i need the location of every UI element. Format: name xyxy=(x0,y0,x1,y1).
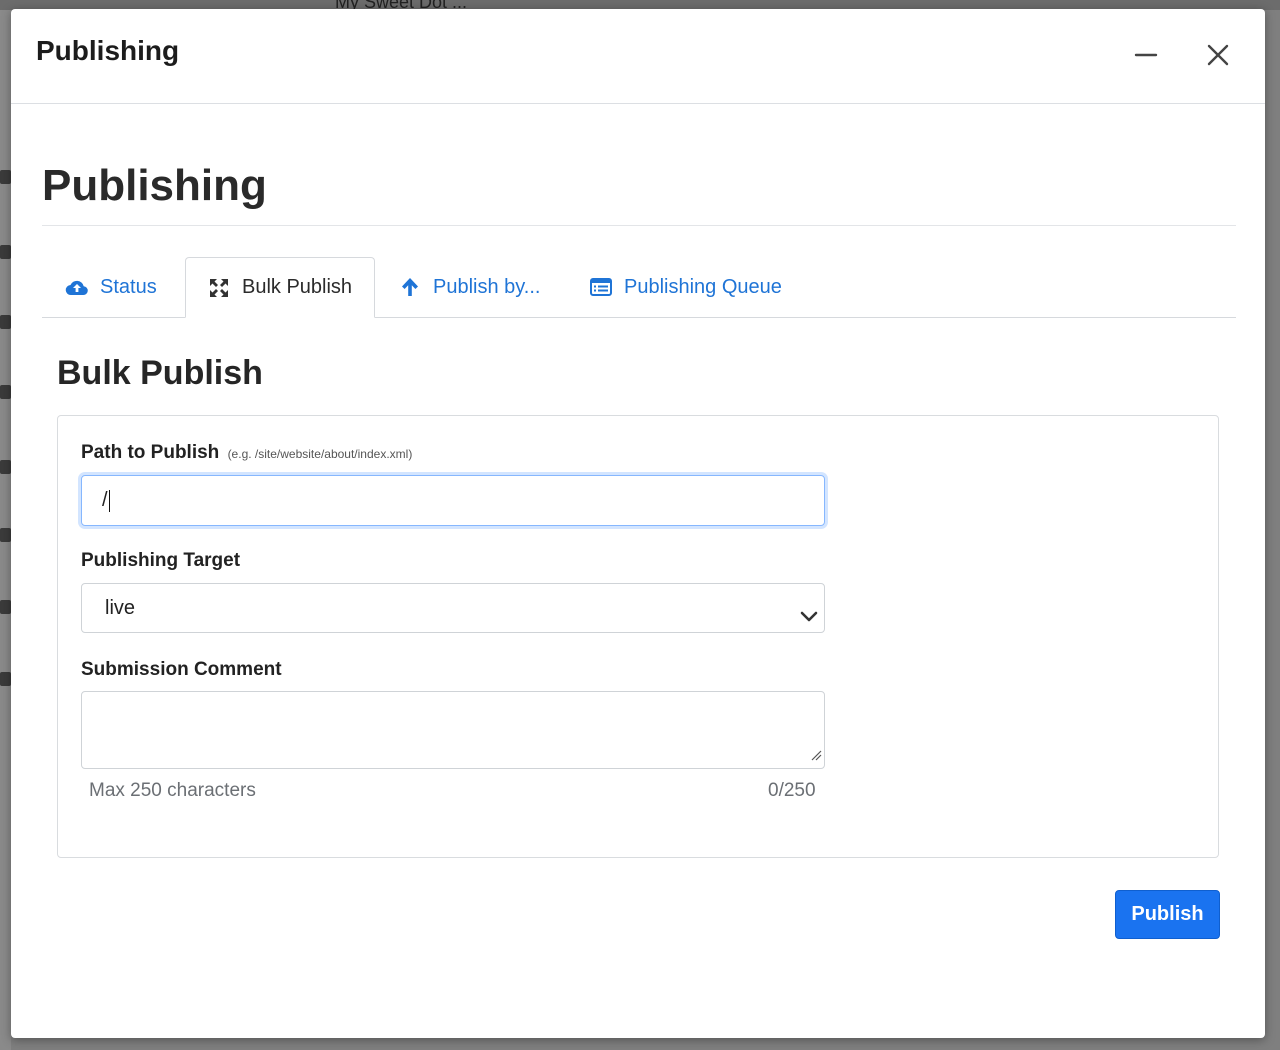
publishing-target-value: live xyxy=(105,597,136,619)
tab-status[interactable]: Status xyxy=(64,257,157,317)
background-sidebar-icon xyxy=(0,600,11,614)
bulk-publish-form: Path to Publish (e.g. /site/website/abou… xyxy=(57,415,1219,858)
tab-bulk-publish[interactable]: Bulk Publish xyxy=(185,257,375,318)
heading-divider xyxy=(42,225,1236,226)
text-caret xyxy=(108,489,110,512)
arrows-expand-icon xyxy=(206,275,232,301)
target-label: Publishing Target xyxy=(81,550,241,571)
tab-bulk-publish-label: Bulk Publish xyxy=(242,276,353,298)
arrow-up-icon xyxy=(397,274,423,300)
close-icon xyxy=(1207,44,1229,66)
tab-publish-by[interactable]: Publish by... xyxy=(397,257,540,317)
page-title: Publishing xyxy=(42,161,267,210)
tab-publishing-queue-label: Publishing Queue xyxy=(624,275,782,298)
list-window-icon xyxy=(588,274,614,300)
tab-publishing-queue[interactable]: Publishing Queue xyxy=(588,257,782,317)
background-sidebar-icon xyxy=(0,528,11,542)
comment-help-text: Max 250 characters xyxy=(89,780,256,801)
path-input-value: / xyxy=(102,489,108,511)
background-sidebar-icon xyxy=(0,672,11,686)
tab-status-label: Status xyxy=(100,275,157,298)
background-app-sidebar xyxy=(0,10,11,1050)
submission-comment-textarea[interactable] xyxy=(81,691,825,769)
comment-label: Submission Comment xyxy=(81,659,282,680)
background-sidebar-icon xyxy=(0,460,11,474)
publish-button[interactable]: Publish xyxy=(1115,890,1220,939)
path-hint: (e.g. /site/website/about/index.xml) xyxy=(227,447,413,461)
publishing-dialog: Publishing Publishing Status Bulk Publis… xyxy=(11,9,1265,1038)
background-sidebar-icon xyxy=(0,385,11,399)
background-sidebar-icon xyxy=(0,315,11,329)
tab-bar: Status Bulk Publish Publish by... Publis… xyxy=(42,257,1236,318)
comment-char-counter: 0/250 xyxy=(768,780,816,801)
dialog-title: Publishing xyxy=(36,35,180,66)
cloud-upload-icon xyxy=(64,274,90,300)
path-label: Path to Publish (e.g. /site/website/abou… xyxy=(81,442,412,464)
path-label-text: Path to Publish xyxy=(81,442,220,463)
publishing-target-select[interactable]: live xyxy=(81,583,825,633)
minimize-button[interactable] xyxy=(1128,37,1164,73)
tab-publish-by-label: Publish by... xyxy=(433,275,541,298)
path-input[interactable]: / xyxy=(81,475,825,526)
dialog-header: Publishing xyxy=(11,9,1265,104)
background-sidebar-icon xyxy=(0,245,11,259)
minimize-icon xyxy=(1134,53,1158,57)
background-sidebar-icon xyxy=(0,170,11,184)
resize-handle-icon[interactable] xyxy=(810,748,822,766)
section-title: Bulk Publish xyxy=(57,354,263,392)
chevron-down-icon xyxy=(798,597,820,645)
close-button[interactable] xyxy=(1200,37,1236,73)
